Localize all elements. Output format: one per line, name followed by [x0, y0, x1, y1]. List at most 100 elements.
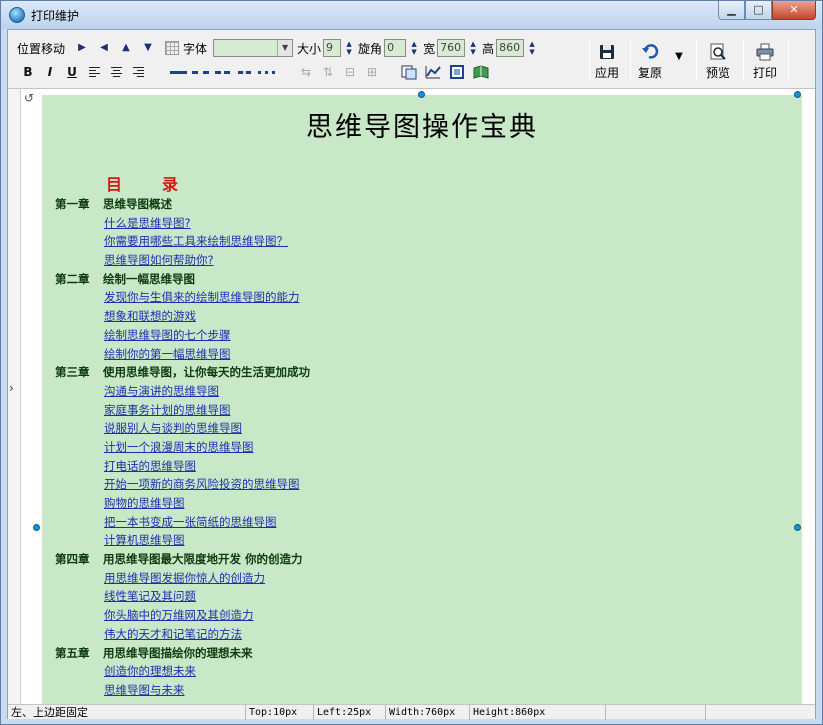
- toc-section-row: 计划一个浪漫周末的思维导图: [55, 438, 775, 457]
- spin-up-icon[interactable]: ▲: [409, 40, 419, 48]
- move-down-button[interactable]: ▼: [137, 39, 159, 57]
- print-button[interactable]: 打印: [743, 42, 787, 86]
- print-maintenance-window: 打印维护 ▁ □ ✕ 位置移动 ▶ ◀ ▲ ▼ 字体 ▼ 大小 9 ▲ ▼ 旋角…: [0, 0, 823, 725]
- toc-section-link[interactable]: 线性笔记及其问题: [104, 589, 196, 603]
- app-icon: [9, 7, 25, 23]
- align-center-button[interactable]: [105, 63, 127, 81]
- line-dashdot-icon[interactable]: [211, 63, 233, 81]
- spin-down-icon[interactable]: ▼: [468, 48, 478, 56]
- position-move-label: 位置移动: [17, 41, 66, 56]
- spin-up-icon[interactable]: ▲: [344, 40, 354, 48]
- move-left-button[interactable]: ◀: [93, 39, 115, 57]
- spin-up-icon[interactable]: ▲: [468, 40, 478, 48]
- preview-button[interactable]: 预览: [696, 42, 740, 86]
- toc-section-link[interactable]: 伟大的天才和记笔记的方法: [104, 627, 242, 641]
- toc-section-row: 什么是思维导图?: [55, 214, 775, 233]
- toolbar-row-position: 位置移动 ▶ ◀ ▲ ▼ 字体 ▼ 大小 9 ▲ ▼ 旋角 0 ▲ ▼ 宽 760: [17, 38, 541, 58]
- align-horizontal-icon[interactable]: ⇆: [295, 63, 317, 81]
- toc-section-link[interactable]: 计划一个浪漫周末的思维导图: [104, 440, 254, 454]
- status-left: Left:25px: [314, 705, 386, 720]
- page-canvas[interactable]: › ↺ 思维导图操作宝典 目录 第一章 思维导图概述 什么是思维导图? 你需要用哪些工…: [8, 88, 815, 704]
- toc-section-row: 购物的思维导图: [55, 494, 775, 513]
- toc-section-link[interactable]: 思维导图如何帮助你?: [104, 253, 214, 267]
- font-select[interactable]: ▼: [213, 39, 294, 57]
- frame-icon[interactable]: [445, 63, 469, 81]
- underline-button[interactable]: U: [61, 63, 83, 81]
- italic-button[interactable]: I: [39, 63, 61, 81]
- chart-icon[interactable]: [421, 63, 445, 81]
- toc-section-row: 用思维导图发掘你惊人的创造力: [55, 569, 775, 588]
- toc-section-link[interactable]: 把一本书变成一张简纸的思维导图: [104, 515, 277, 529]
- toc-section-link[interactable]: 家庭事务计划的思维导图: [104, 403, 231, 417]
- resize-handle-top[interactable]: [418, 91, 425, 98]
- size-spinner[interactable]: ▲ ▼: [344, 39, 354, 57]
- size-field[interactable]: 9: [323, 39, 342, 57]
- grid-icon[interactable]: [165, 41, 180, 55]
- toc-section-link[interactable]: 绘制思维导图的七个步骤: [104, 328, 231, 342]
- height-field[interactable]: 860: [496, 39, 525, 57]
- toc-section-row: 思维导图与未来: [55, 681, 775, 700]
- toc-section-link[interactable]: 创造你的理想未来: [104, 664, 196, 678]
- rotation-field[interactable]: 0: [384, 39, 407, 57]
- print-page[interactable]: 思维导图操作宝典 目录 第一章 思维导图概述 什么是思维导图? 你需要用哪些工具来绘制…: [42, 95, 802, 704]
- width-spinner[interactable]: ▲ ▼: [468, 39, 478, 57]
- toc-section-link[interactable]: 购物的思维导图: [104, 496, 185, 510]
- resize-handle-top-right[interactable]: [794, 91, 801, 98]
- maximize-button[interactable]: □: [745, 1, 772, 20]
- toc-section-link[interactable]: 什么是思维导图?: [104, 216, 191, 230]
- bold-button[interactable]: B: [17, 63, 39, 81]
- align-left-button[interactable]: [83, 63, 105, 81]
- minimize-button[interactable]: ▁: [718, 1, 745, 20]
- toc-section-link[interactable]: 计算机思维导图: [104, 533, 185, 547]
- rotation-spinner[interactable]: ▲ ▼: [409, 39, 419, 57]
- resize-handle-right[interactable]: [794, 524, 801, 531]
- move-right-button[interactable]: ▶: [71, 39, 93, 57]
- resize-handle-left[interactable]: [33, 524, 40, 531]
- client-area: 位置移动 ▶ ◀ ▲ ▼ 字体 ▼ 大小 9 ▲ ▼ 旋角 0 ▲ ▼ 宽 760: [7, 29, 816, 720]
- align-right-button[interactable]: [127, 63, 149, 81]
- print-label: 打印: [752, 66, 777, 80]
- spin-up-icon[interactable]: ▲: [527, 40, 537, 48]
- apply-button[interactable]: 应用: [585, 42, 629, 86]
- preview-label: 预览: [705, 66, 730, 80]
- restore-dropdown[interactable]: ▼: [668, 42, 690, 86]
- line-dot-icon[interactable]: [255, 63, 277, 81]
- toc-section-link[interactable]: 你头脑中的万维网及其创造力: [104, 608, 254, 622]
- line-dash-icon[interactable]: [189, 63, 211, 81]
- book-icon[interactable]: [469, 63, 493, 81]
- toc-section-link[interactable]: 你需要用哪些工具来绘制思维导图？: [104, 234, 288, 248]
- align-vertical-icon[interactable]: ⇅: [317, 63, 339, 81]
- spin-down-icon[interactable]: ▼: [527, 48, 537, 56]
- toc-section-link[interactable]: 想象和联想的游戏: [104, 309, 196, 323]
- toc-section-link[interactable]: 打电话的思维导图: [104, 459, 196, 473]
- height-spinner[interactable]: ▲ ▼: [527, 39, 537, 57]
- move-up-button[interactable]: ▲: [115, 39, 137, 57]
- chevron-down-icon[interactable]: ▼: [277, 40, 293, 56]
- toc-section-link[interactable]: 绘制你的第一幅思维导图: [104, 347, 231, 361]
- expand-chevron-icon[interactable]: ›: [9, 381, 14, 395]
- toc-section-link[interactable]: 开始一项新的商务风险投资的思维导图: [104, 477, 300, 491]
- toc-section-row: 创造你的理想未来: [55, 662, 775, 681]
- toc-section-link[interactable]: 用思维导图发掘你惊人的创造力: [104, 571, 265, 585]
- equal-width-icon[interactable]: ⊟: [339, 63, 361, 81]
- width-field[interactable]: 760: [437, 39, 466, 57]
- chapter-number: 第三章: [55, 365, 90, 380]
- toc-section-row: 伟大的天才和记笔记的方法: [55, 625, 775, 644]
- toc-section-row: 想象和联想的游戏: [55, 307, 775, 326]
- restore-button[interactable]: 复原: [628, 42, 672, 86]
- close-button[interactable]: ✕: [772, 1, 816, 20]
- toc-section-link[interactable]: 思维导图与未来: [104, 683, 185, 697]
- equal-height-icon[interactable]: ⊞: [361, 63, 383, 81]
- refresh-icon[interactable]: ↺: [24, 91, 34, 105]
- title-bar[interactable]: 打印维护 ▁ □ ✕: [1, 1, 822, 29]
- toc-section-link[interactable]: 沟通与演讲的思维导图: [104, 384, 219, 398]
- copy-page-icon[interactable]: [397, 63, 421, 81]
- line-dashdotdot-icon[interactable]: [233, 63, 255, 81]
- spin-down-icon[interactable]: ▼: [409, 48, 419, 56]
- line-solid-icon[interactable]: [167, 63, 189, 81]
- dropdown-arrow-icon: ▼: [675, 51, 683, 62]
- toc-section-link[interactable]: 发现你与生俱来的绘制思维导图的能力: [104, 290, 300, 304]
- toc-section-row: 打电话的思维导图: [55, 457, 775, 476]
- toc-section-link[interactable]: 说服别人与谈判的思维导图: [104, 421, 242, 435]
- spin-down-icon[interactable]: ▼: [344, 48, 354, 56]
